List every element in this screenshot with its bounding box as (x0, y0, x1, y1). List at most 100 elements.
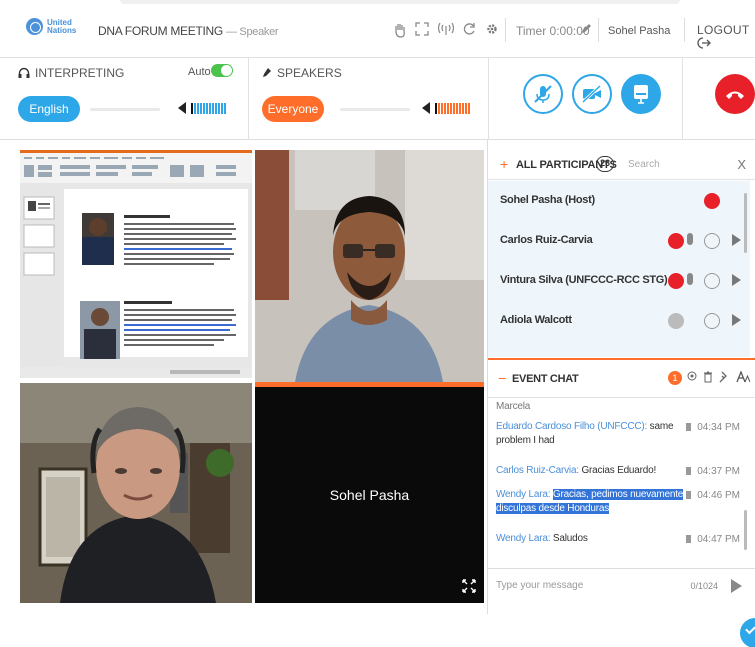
signal-icon[interactable] (437, 22, 455, 38)
participant-name: Sohel Pasha (Host) (500, 194, 595, 206)
meeting-title-text: DNA FORUM MEETING (98, 24, 223, 38)
chat-text: Saludos (550, 533, 588, 544)
participants-list: Sohel Pasha (Host) Carlos Ruiz-Carvia Vi… (488, 181, 750, 357)
font-size-icon[interactable] (736, 370, 751, 386)
chat-message-input[interactable]: Type your message (496, 580, 583, 591)
speaker-icon (422, 102, 430, 114)
participant-row[interactable]: Vintura Silva (UNFCCC-RCC STG) (488, 261, 750, 301)
chat-text: Gracias Eduardo! (578, 465, 657, 476)
participant-camera-feed (255, 150, 484, 382)
microphone-icon (263, 68, 271, 77)
un-logo: United Nations (26, 18, 81, 35)
char-counter: 0/1024 (690, 581, 718, 591)
logout-label: LOGOUT (697, 23, 750, 37)
floating-check-button[interactable] (740, 618, 755, 647)
panel-divider (248, 58, 249, 140)
arrow-right-icon[interactable] (732, 314, 741, 326)
refresh-icon[interactable] (461, 22, 477, 38)
settings-ring-icon[interactable] (704, 313, 720, 329)
hang-up-icon (726, 91, 744, 99)
chat-input-bar: Type your message 0/1024 (488, 568, 755, 602)
hand-raise-icon[interactable] (392, 22, 408, 38)
language-button[interactable]: English (18, 96, 80, 122)
headphones-icon (18, 67, 30, 78)
chat-author[interactable]: Eduardo Cardoso Filho (UNFCCC): (496, 421, 647, 432)
side-panel: + ALL PARTICIPANTS 26 Search X Sohel Pas… (487, 140, 755, 614)
speakers-label: SPEAKERS (277, 66, 342, 80)
interpreting-label: INTERPRETING (35, 66, 125, 80)
expand-icon[interactable] (462, 579, 476, 593)
participant-no-video-tile[interactable]: Sohel Pasha (255, 387, 484, 603)
video-grid: Sohel Pasha (0, 140, 487, 614)
interpreting-volume[interactable] (178, 102, 226, 114)
video-off-button[interactable] (572, 74, 612, 114)
chat-timestamp: 04:37 PM (686, 466, 740, 477)
gear-icon[interactable] (484, 22, 500, 38)
close-icon[interactable]: X (737, 157, 746, 172)
eye-icon[interactable] (687, 371, 697, 384)
broadcast-icon[interactable] (704, 193, 720, 209)
settings-ring-icon[interactable] (704, 273, 720, 289)
collapse-minus-icon[interactable]: − (498, 370, 506, 386)
chat-author[interactable]: Carlos Ruiz-Carvia: (496, 465, 579, 476)
event-chat-header: − EVENT CHAT 1 (488, 358, 755, 398)
speakers-target-button[interactable]: Everyone (262, 96, 324, 122)
mute-mic-button[interactable] (523, 74, 563, 114)
participant-video-tile[interactable] (255, 150, 484, 382)
participant-video-tile[interactable] (20, 383, 252, 603)
event-chat-title: EVENT CHAT (512, 373, 579, 385)
chat-message: Wendy Lara: Saludos (496, 532, 692, 546)
pencil-icon[interactable] (578, 22, 594, 38)
un-logo-text: United Nations (47, 17, 77, 35)
shared-screen-tile[interactable] (20, 150, 252, 378)
send-icon[interactable] (731, 579, 742, 593)
share-screen-button[interactable] (621, 74, 661, 114)
participant-name: Carlos Ruiz-Carvia (500, 234, 593, 246)
participant-camera-feed (20, 383, 252, 603)
speakers-slider[interactable] (340, 108, 410, 111)
chat-scrollbar[interactable] (744, 510, 747, 550)
mic-icon[interactable] (687, 233, 693, 245)
pin-icon[interactable] (719, 371, 729, 386)
header-divider (598, 18, 599, 42)
chat-message: Carlos Ruiz-Carvia: Gracias Eduardo! (496, 464, 692, 478)
volume-bars (435, 102, 470, 114)
header-divider (684, 18, 685, 42)
arrow-right-icon[interactable] (732, 234, 741, 246)
header-divider (505, 18, 506, 42)
participant-row[interactable]: Carlos Ruiz-Carvia (488, 221, 750, 261)
speaker-status-icon[interactable] (668, 273, 684, 289)
meeting-role: — Speaker (225, 26, 279, 38)
fullscreen-icon[interactable] (414, 22, 430, 38)
participants-search-input[interactable]: Search (628, 159, 660, 170)
chat-timestamp: 04:47 PM (686, 534, 740, 545)
auto-toggle[interactable] (211, 64, 233, 77)
panel-divider (682, 58, 683, 140)
speakers-volume[interactable] (422, 102, 470, 114)
participants-count-badge: 26 (596, 156, 614, 172)
panel-divider (488, 58, 489, 140)
trash-icon[interactable] (703, 371, 713, 386)
hang-up-button[interactable] (715, 74, 755, 114)
mic-icon[interactable] (687, 273, 693, 285)
interpreting-slider[interactable] (90, 108, 160, 111)
participant-row[interactable]: Sohel Pasha (Host) (488, 181, 750, 221)
expand-plus-icon[interactable]: + (500, 156, 508, 172)
user-name: Sohel Pasha (608, 25, 671, 37)
logout-icon (697, 37, 711, 49)
participants-scrollbar[interactable] (744, 193, 747, 253)
speaker-status-icon[interactable] (668, 313, 684, 329)
speaker-status-icon[interactable] (668, 233, 684, 249)
chat-author[interactable]: Wendy Lara: (496, 489, 551, 500)
arrow-right-icon[interactable] (732, 274, 741, 286)
logout-button[interactable]: LOGOUT (697, 23, 755, 51)
chat-author[interactable]: Wendy Lara: (496, 533, 551, 544)
participants-header: + ALL PARTICIPANTS 26 Search X (488, 148, 755, 180)
chat-text: Marcela (496, 401, 531, 412)
chat-timestamp: 04:34 PM (686, 422, 740, 433)
top-bar: United Nations DNA FORUM MEETING — Speak… (0, 0, 755, 58)
settings-ring-icon[interactable] (704, 233, 720, 249)
participant-row[interactable]: Adiola Walcott (488, 301, 750, 341)
chat-message-list: Marcela Eduardo Cardoso Filho (UNFCCC): … (488, 400, 750, 566)
address-strip (120, 0, 680, 4)
